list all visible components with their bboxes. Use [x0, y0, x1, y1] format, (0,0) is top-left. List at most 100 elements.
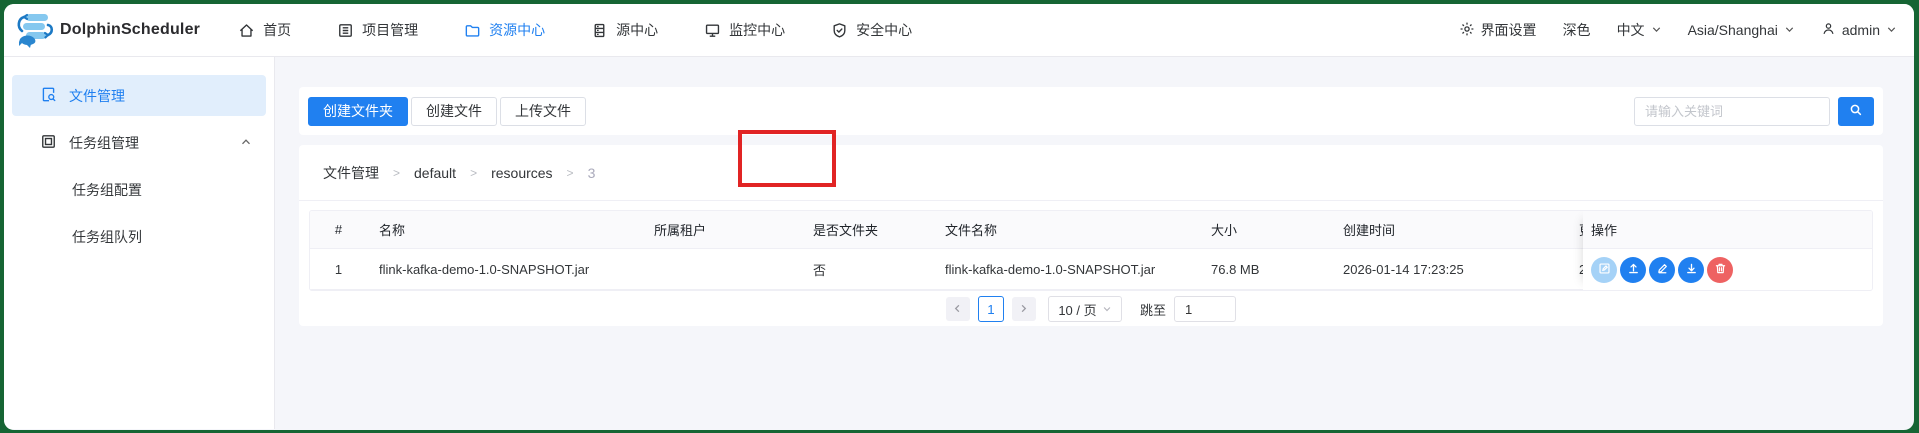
theme-toggle[interactable]: 深色 [1563, 20, 1591, 40]
upload-icon [1627, 262, 1640, 278]
main-area: 文件管理 任务组管理 任务组配置 任务组队列 创建文件夹 创建文件 上传文件 请… [4, 57, 1914, 429]
timezone-label: Asia/Shanghai [1687, 22, 1778, 38]
search-area [1634, 96, 1874, 126]
nav-label: 项目管理 [362, 22, 419, 38]
app-window: DolphinScheduler 首页 项目管理 资源中心 源中心 监控中心 安… [4, 4, 1914, 430]
breadcrumb-separator: > [393, 165, 401, 180]
nav-item-security[interactable]: 安全中心 [831, 20, 912, 40]
sidebar-item-task-group[interactable]: 任务组管理 [12, 122, 266, 163]
operation-column: 操作 [1583, 211, 1872, 290]
breadcrumb: 文件管理 > default > resources > 3 [299, 145, 1883, 201]
jump-to-label: 跳至 [1139, 302, 1166, 318]
edit-file-icon [1598, 262, 1611, 278]
cell-size: 76.8 MB [1211, 261, 1260, 277]
nav-label: 安全中心 [856, 22, 913, 38]
pagination: 1 10 / 页 跳至 [299, 296, 1883, 322]
search-icon [1849, 103, 1863, 120]
chevron-up-icon[interactable] [240, 135, 252, 151]
sidebar-item-task-group-config[interactable]: 任务组配置 [12, 169, 266, 210]
top-navigation-bar: DolphinScheduler 首页 项目管理 资源中心 源中心 监控中心 安… [4, 4, 1914, 57]
cell-file-name: flink-kafka-demo-1.0-SNAPSHOT.jar [945, 261, 1156, 277]
file-search-icon [40, 86, 57, 106]
search-button[interactable] [1838, 96, 1874, 126]
next-page-button[interactable] [1011, 297, 1036, 321]
page-number-button[interactable]: 1 [977, 296, 1004, 322]
chevron-left-icon [952, 302, 963, 317]
breadcrumb-item-tenant[interactable]: default [414, 165, 456, 181]
page-size-value: 10 / 页 [1058, 302, 1097, 318]
breadcrumb-separator: > [566, 165, 574, 180]
main-menu: 首页 项目管理 资源中心 源中心 监控中心 安全中心 [238, 20, 912, 40]
rename-button[interactable] [1649, 256, 1675, 283]
sidebar-item-label: 任务组队列 [72, 228, 142, 245]
app-logo: DolphinScheduler [14, 9, 200, 52]
chevron-right-icon [1018, 302, 1029, 317]
cell-name: flink-kafka-demo-1.0-SNAPSHOT.jar [379, 261, 590, 277]
sidebar: 文件管理 任务组管理 任务组配置 任务组队列 [4, 57, 275, 429]
username-label: admin [1841, 22, 1880, 38]
theme-toggle-label: 深色 [1562, 22, 1591, 38]
column-header-name: 名称 [379, 223, 406, 238]
delete-button[interactable] [1707, 256, 1733, 283]
datasource-icon [591, 22, 608, 39]
shield-check-icon [831, 22, 848, 39]
breadcrumb-item-root[interactable]: 文件管理 [323, 163, 379, 183]
sidebar-item-file-manage[interactable]: 文件管理 [12, 75, 266, 116]
chevron-down-icon [1102, 302, 1112, 317]
cell-create-time: 2026-01-14 17:23:25 [1343, 261, 1464, 277]
column-header-size: 大小 [1211, 223, 1238, 238]
download-icon [1685, 262, 1698, 278]
user-menu[interactable]: admin [1821, 21, 1897, 39]
language-label: 中文 [1616, 22, 1645, 38]
dolphin-logo-icon [14, 9, 56, 52]
create-file-button[interactable]: 创建文件 [411, 96, 497, 126]
sidebar-item-label: 文件管理 [69, 87, 125, 104]
ui-settings-label: 界面设置 [1480, 22, 1537, 38]
toolbar-card: 创建文件夹 创建文件 上传文件 [299, 87, 1883, 135]
chevron-down-icon [1784, 22, 1795, 38]
edit-file-button[interactable] [1591, 256, 1617, 283]
column-header-is-folder: 是否文件夹 [813, 223, 879, 238]
file-table: # 名称 所属租户 是否文件夹 文件名称 大小 创建时间 更 1 flink-k… [309, 210, 1873, 291]
timezone-select[interactable]: Asia/Shanghai [1688, 22, 1795, 38]
nav-item-datasource[interactable]: 源中心 [591, 20, 658, 40]
ui-settings-button[interactable]: 界面设置 [1459, 20, 1537, 40]
home-icon [238, 22, 255, 39]
cell-is-folder: 否 [813, 262, 827, 278]
chevron-down-icon [1651, 22, 1662, 38]
language-select[interactable]: 中文 [1617, 20, 1662, 40]
file-list-card: 文件管理 > default > resources > 3 # 名称 所属租户… [299, 145, 1883, 326]
upload-file-button[interactable]: 上传文件 [500, 96, 586, 126]
chevron-down-icon [1886, 22, 1897, 38]
content-area: 创建文件夹 创建文件 上传文件 文件管理 > default [275, 57, 1914, 429]
row-actions [1583, 249, 1872, 290]
user-icon [1821, 21, 1836, 39]
nav-item-project[interactable]: 项目管理 [337, 20, 418, 40]
column-header-create-time: 创建时间 [1343, 223, 1396, 238]
page-size-select[interactable]: 10 / 页 [1047, 296, 1122, 322]
cell-index: 1 [334, 261, 343, 277]
cell-tenant [642, 249, 801, 289]
trash-icon [1714, 262, 1727, 278]
nav-item-resources[interactable]: 资源中心 [464, 20, 545, 40]
create-folder-button[interactable]: 创建文件夹 [308, 96, 408, 126]
column-header-operation: 操作 [1583, 211, 1872, 249]
nav-item-home[interactable]: 首页 [238, 20, 291, 40]
reupload-button[interactable] [1620, 256, 1646, 283]
nav-label: 资源中心 [489, 22, 546, 38]
nav-item-monitor[interactable]: 监控中心 [704, 20, 785, 40]
breadcrumb-item-resources[interactable]: resources [491, 165, 552, 181]
prev-page-button[interactable] [945, 297, 970, 321]
sidebar-item-label: 任务组配置 [72, 181, 142, 198]
search-input[interactable] [1634, 96, 1830, 126]
nav-label: 首页 [263, 22, 292, 38]
app-title: DolphinScheduler [60, 21, 201, 38]
sidebar-item-task-group-queue[interactable]: 任务组队列 [12, 216, 266, 257]
breadcrumb-item-current: 3 [587, 164, 596, 181]
column-header-index: # [334, 222, 343, 237]
download-button[interactable] [1678, 256, 1704, 283]
jump-to-input[interactable] [1174, 296, 1236, 322]
task-group-icon [40, 133, 57, 153]
sidebar-item-label: 任务组管理 [69, 134, 139, 151]
nav-label: 源中心 [616, 22, 659, 38]
